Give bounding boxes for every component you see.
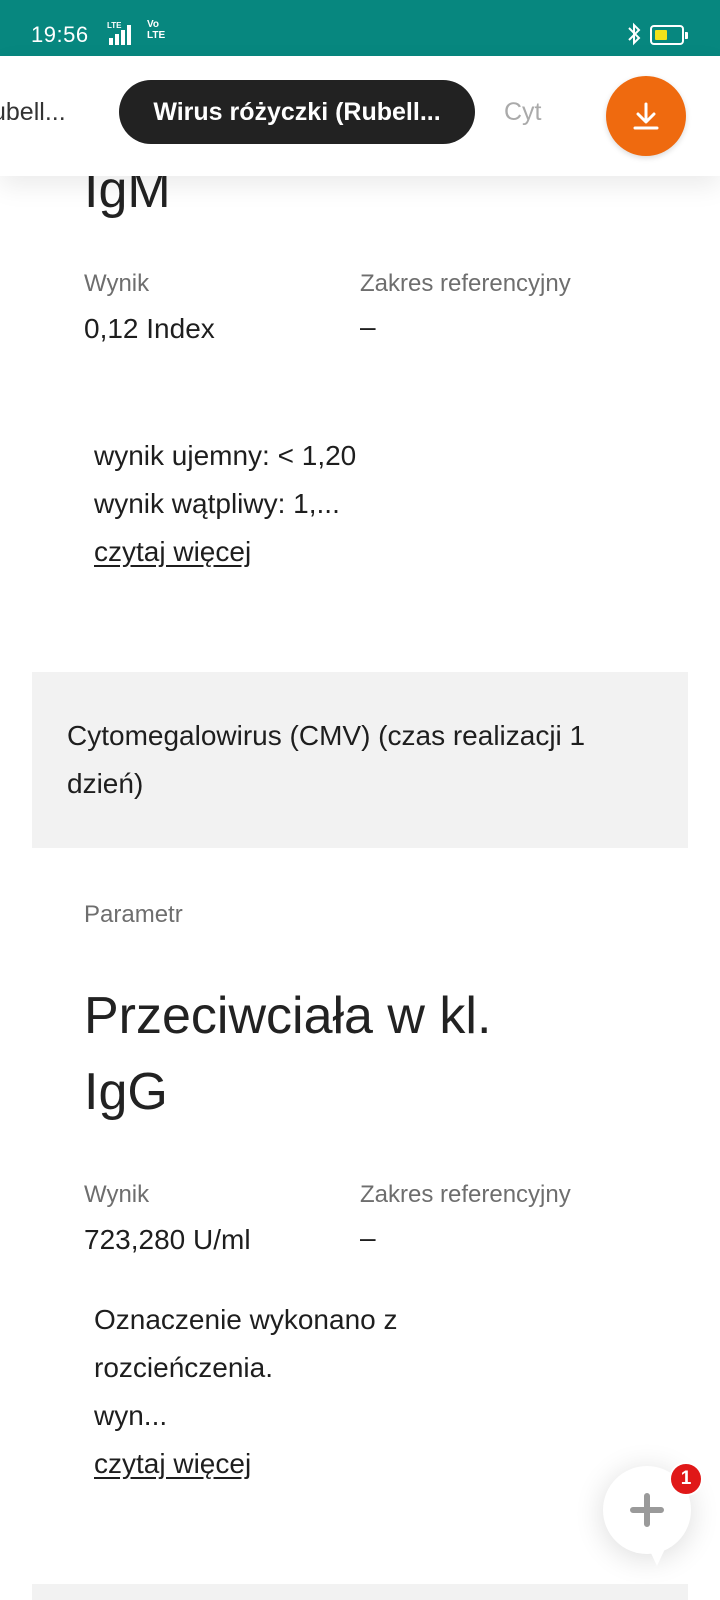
result-value: 723,280 U/ml	[84, 1224, 251, 1255]
note-line: wyn...	[94, 1400, 168, 1431]
reference-range-value: –	[360, 1222, 376, 1253]
result-note: wynik ujemny: < 1,20 wynik wątpliwy: 1,.…	[94, 432, 356, 576]
tab-rubella-previous[interactable]: ubell...	[0, 98, 66, 127]
result-note: Oznaczenie wykonano z rozcieńczenia. wyn…	[94, 1296, 398, 1488]
result-label: Wynik	[84, 270, 150, 297]
read-more-link[interactable]: czytaj więcej	[94, 536, 251, 567]
read-more-link[interactable]: czytaj więcej	[94, 1448, 251, 1479]
download-button[interactable]	[606, 76, 686, 156]
note-line: Oznaczenie wykonano z	[94, 1304, 398, 1335]
tab-cmv[interactable]: Cyt	[504, 98, 544, 127]
result-label: Wynik	[84, 1181, 150, 1208]
parameter-label: Parametr	[84, 901, 183, 928]
add-chat-button[interactable]: 1	[603, 1462, 703, 1566]
result-value: 0,12 Index	[84, 313, 215, 344]
next-section-header	[32, 1584, 688, 1600]
param-title: Przeciwciała w kl. IgG	[84, 978, 491, 1130]
reference-range-value: –	[360, 311, 376, 342]
results-content: IgM Wynik Zakres referencyjny 0,12 Index…	[0, 0, 720, 1600]
notification-badge: 1	[669, 1462, 703, 1496]
param-title-line: IgG	[84, 1063, 168, 1121]
section-header-cmv: Cytomegalowirus (CMV) (czas realizacji 1…	[32, 672, 688, 848]
tab-rubella[interactable]: Wirus różyczki (Rubell...	[119, 80, 475, 144]
param-title-line: Przeciwciała w kl.	[84, 987, 492, 1045]
category-tab-bar: ubell... Wirus różyczki (Rubell... Cyt	[0, 56, 720, 176]
note-line: rozcieńczenia.	[94, 1352, 273, 1383]
note-line: wynik wątpliwy: 1,...	[94, 488, 340, 519]
section-title: Cytomegalowirus (CMV) (czas realizacji 1…	[67, 720, 586, 799]
plus-icon	[630, 1493, 664, 1527]
reference-range-label: Zakres referencyjny	[360, 270, 571, 297]
reference-range-label: Zakres referencyjny	[360, 1181, 571, 1208]
download-icon	[633, 102, 659, 130]
note-line: wynik ujemny: < 1,20	[94, 440, 357, 471]
